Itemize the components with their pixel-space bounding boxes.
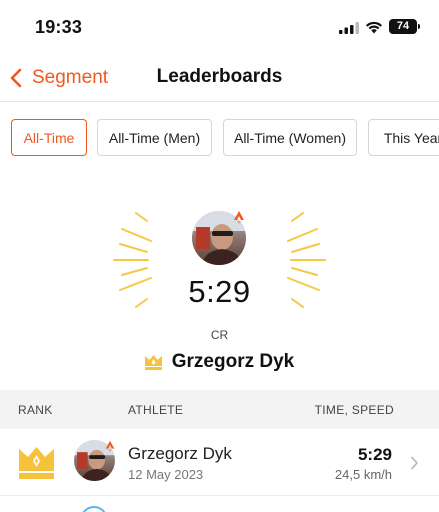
effort-speed: 24,5 km/h [334, 467, 392, 482]
tab-this-year[interactable]: This Year [368, 119, 439, 156]
status-time: 19:33 [35, 17, 83, 37]
crown-icon [144, 354, 162, 370]
crown-icon [19, 447, 54, 479]
cellular-signal-icon [339, 22, 359, 34]
course-record-hero: 5:29 CR Grzegorz Dyk [0, 171, 439, 390]
tab-all-time-men[interactable]: All-Time (Men) [97, 119, 212, 156]
course-record-label: CR [210, 328, 229, 342]
rank-column-header: RANK [18, 403, 53, 417]
effort-date: 12 May 2023 [128, 467, 204, 482]
tab-all-time-women[interactable]: All-Time (Women) [223, 119, 357, 156]
filter-tabs: All-Time All-Time (Men) All-Time (Women)… [0, 103, 439, 171]
course-record-time: 5:29 [188, 274, 251, 309]
battery-icon: 74 [389, 19, 420, 34]
athlete-name: Grzegorz Dyk [128, 444, 232, 463]
next-row-avatar [80, 506, 108, 512]
wifi-icon [366, 21, 382, 34]
nav-bar: Segment Leaderboards [0, 54, 439, 102]
strava-badge-icon [105, 440, 115, 452]
strava-badge-icon [234, 211, 244, 224]
athlete-column-header: ATHLETE [128, 403, 184, 417]
page-title: Leaderboards [156, 66, 283, 87]
leaderboard-header: RANK ATHLETE TIME, SPEED [0, 390, 439, 429]
chevron-right-icon [411, 456, 418, 470]
course-record-holder[interactable]: Grzegorz Dyk [0, 351, 439, 373]
course-record-holder-name: Grzegorz Dyk [171, 351, 295, 372]
table-row[interactable]: Grzegorz Dyk 12 May 2023 5:29 24,5 km/h [0, 429, 439, 496]
time-speed-column-header: TIME, SPEED [314, 403, 394, 417]
status-bar: 19:33 74 [0, 0, 439, 54]
effort-time: 5:29 [357, 445, 392, 464]
tab-all-time[interactable]: All-Time [11, 119, 87, 156]
